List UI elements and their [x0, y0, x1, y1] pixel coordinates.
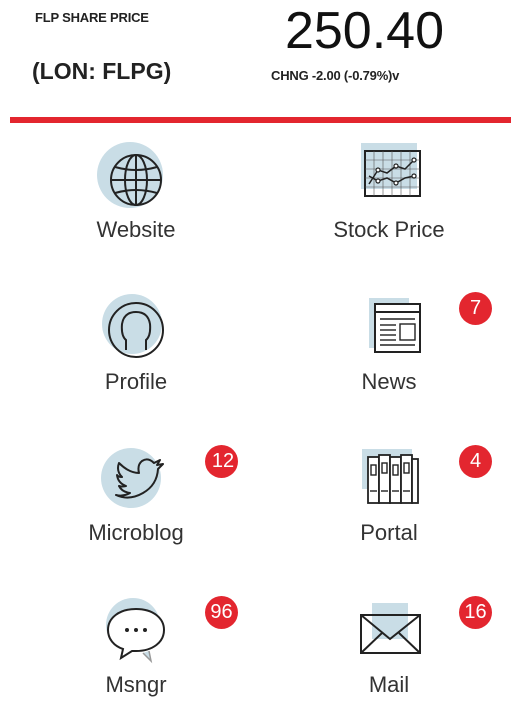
tile-label: Portal	[360, 520, 418, 545]
price-change: CHNG -2.00 (-0.79%)v	[271, 68, 400, 83]
ticker-symbol: (LON: FLPG)	[32, 58, 172, 84]
tile-label: Microblog	[88, 520, 184, 545]
mail-notification-badge: 16	[459, 596, 492, 629]
envelope-icon	[360, 603, 421, 654]
share-price-header: FLP SHARE PRICE (LON: FLPG) 250.40 CHNG …	[0, 0, 511, 125]
chart-icon	[361, 143, 421, 197]
tile-label: Msngr	[105, 672, 167, 697]
portal-notification-badge: 4	[459, 445, 492, 478]
header-divider	[10, 117, 511, 123]
microblog-notification-badge: 12	[205, 445, 238, 478]
share-price-value: 250.40	[284, 2, 445, 60]
user-icon	[102, 294, 164, 358]
tile-website[interactable]: Website	[36, 140, 236, 260]
tile-label: News	[361, 369, 417, 394]
tile-profile[interactable]: Profile	[36, 292, 236, 412]
bird-icon	[101, 448, 164, 508]
newspaper-icon	[369, 298, 421, 353]
news-notification-badge: 7	[459, 292, 492, 325]
binders-icon	[362, 449, 419, 504]
tile-label: Mail	[368, 672, 410, 697]
tile-label: Website	[96, 217, 176, 242]
tile-stock-price[interactable]: Stock Price	[289, 140, 489, 260]
tile-label: Profile	[104, 369, 168, 394]
msngr-notification-badge: 96	[205, 596, 238, 629]
tile-label: Stock Price	[333, 217, 445, 242]
chat-bubble-icon	[106, 598, 166, 664]
globe-icon	[97, 142, 163, 208]
